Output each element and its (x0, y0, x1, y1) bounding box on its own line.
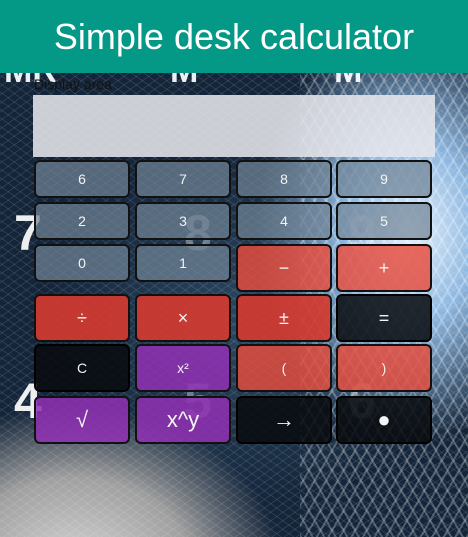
key-5[interactable]: 5 (336, 202, 432, 240)
key-multiply[interactable]: × (135, 294, 231, 342)
key-add[interactable]: + (336, 244, 432, 292)
key-2[interactable]: 2 (34, 202, 130, 240)
key-close-paren[interactable]: ) (336, 344, 432, 392)
app-title: Simple desk calculator (53, 15, 415, 57)
key-3[interactable]: 3 (135, 202, 231, 240)
key-subtract[interactable]: − (236, 244, 332, 292)
app-title-bar: Simple desk calculator (0, 0, 468, 73)
key-6[interactable]: 6 (34, 160, 130, 198)
key-8[interactable]: 8 (236, 160, 332, 198)
key-square-root[interactable]: √ (34, 396, 130, 444)
key-power[interactable]: x^y (135, 396, 231, 444)
key-backspace[interactable]: → (236, 396, 332, 444)
key-decimal-point[interactable]: ● (336, 396, 432, 444)
key-open-paren[interactable]: ( (236, 344, 332, 392)
key-clear[interactable]: C (34, 344, 130, 392)
key-7[interactable]: 7 (135, 160, 231, 198)
key-equals[interactable]: = (336, 294, 432, 342)
key-1[interactable]: 1 (135, 244, 231, 282)
display-area (33, 95, 435, 157)
key-4[interactable]: 4 (236, 202, 332, 240)
key-9[interactable]: 9 (336, 160, 432, 198)
key-square[interactable]: x² (135, 344, 231, 392)
key-divide[interactable]: ÷ (34, 294, 130, 342)
key-0[interactable]: 0 (34, 244, 130, 282)
key-plus-minus[interactable]: ± (236, 294, 332, 342)
display-label: Display area (34, 76, 112, 92)
